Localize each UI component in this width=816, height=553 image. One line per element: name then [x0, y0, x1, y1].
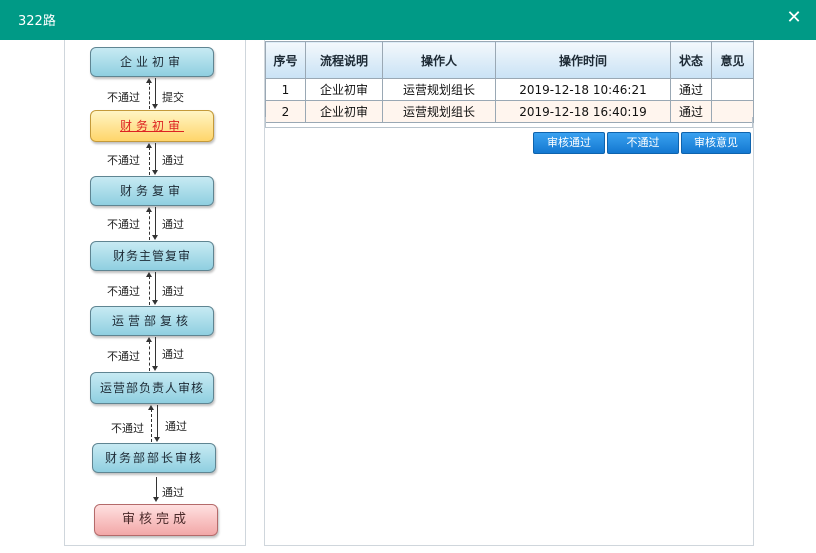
- arrow-up-icon: [146, 337, 152, 342]
- edge-back-line: [149, 341, 150, 371]
- column-header-status[interactable]: 状态: [670, 41, 712, 79]
- flow-node-operations-head-review: 运营部负责人审核: [90, 372, 214, 404]
- edge-label-back: 不通过: [107, 218, 140, 231]
- column-header-step[interactable]: 流程说明: [305, 41, 383, 79]
- flow-node-operations-check: 运营部复核: [90, 306, 214, 336]
- reject-button[interactable]: 不通过: [607, 132, 679, 154]
- edge-label-back: 不通过: [107, 350, 140, 363]
- table-row[interactable]: 1 企业初审 运营规划组长 2019-12-18 10:46:21 通过: [265, 78, 754, 101]
- edge-label-forward: 通过: [162, 285, 184, 298]
- arrow-up-icon: [146, 78, 152, 83]
- edge-forward-line: [156, 477, 157, 498]
- window-titlebar: 322路 ✕: [0, 0, 816, 40]
- flow-node-label: 运营部负责人审核: [99, 381, 204, 395]
- edge-back-line: [149, 276, 150, 305]
- edge-back-line: [151, 409, 152, 442]
- arrow-down-icon: [154, 437, 160, 442]
- cell-opinion: [711, 78, 754, 101]
- table-footer: [265, 117, 753, 128]
- opinion-button[interactable]: 审核意见: [681, 132, 751, 154]
- flow-node-label: 财务主管复审: [112, 249, 191, 263]
- cell-index: 1: [265, 78, 306, 101]
- flow-node-enterprise-review: 企业初审: [90, 47, 214, 77]
- arrow-down-icon: [152, 104, 158, 109]
- arrow-up-icon: [148, 405, 154, 410]
- approval-records-panel: 序号 流程说明 操作人 操作时间 状态 意见 1 企业初审 运营规划组长 201…: [264, 40, 754, 546]
- arrow-down-icon: [152, 366, 158, 371]
- cell-step: 企业初审: [305, 78, 383, 101]
- cell-operator: 运营规划组长: [382, 78, 496, 101]
- edge-label-forward: 通过: [162, 154, 184, 167]
- approval-records-table: 序号 流程说明 操作人 操作时间 状态 意见 1 企业初审 运营规划组长 201…: [265, 41, 754, 123]
- workflow-panel: 企业初审 财务初审 财务复审 财务主管复审 运营部复核 运营部负责人审核 财务部…: [64, 40, 246, 546]
- column-header-operator[interactable]: 操作人: [382, 41, 496, 79]
- column-header-index[interactable]: 序号: [265, 41, 306, 79]
- window-title: 322路: [18, 14, 56, 29]
- edge-label-forward: 通过: [162, 218, 184, 231]
- arrow-down-icon: [152, 235, 158, 240]
- edge-forward-line: [155, 78, 156, 105]
- flow-node-label: 财务初审: [119, 119, 184, 133]
- edge-forward-line: [155, 207, 156, 236]
- edge-label-forward: 通过: [162, 486, 184, 499]
- edge-label-back: 不通过: [111, 422, 144, 435]
- edge-back-line: [149, 82, 150, 109]
- close-icon[interactable]: ✕: [784, 8, 804, 28]
- edge-label-back: 不通过: [107, 285, 140, 298]
- cell-time: 2019-12-18 10:46:21: [495, 78, 671, 101]
- flow-node-finance-re-review: 财务复审: [90, 176, 214, 206]
- edge-forward-line: [155, 337, 156, 367]
- flow-node-finance-initial-review[interactable]: 财务初审: [90, 110, 214, 142]
- edge-forward-line: [155, 272, 156, 301]
- flow-node-label: 财务复审: [119, 184, 184, 198]
- flow-node-label: 企业初审: [119, 55, 184, 69]
- column-header-opinion[interactable]: 意见: [711, 41, 754, 79]
- flow-node-review-complete: 审核完成: [94, 504, 218, 536]
- edge-back-line: [149, 147, 150, 175]
- approve-button[interactable]: 审核通过: [533, 132, 605, 154]
- edge-label-forward: 通过: [162, 348, 184, 361]
- table-header-row: 序号 流程说明 操作人 操作时间 状态 意见: [265, 41, 754, 79]
- arrow-up-icon: [146, 272, 152, 277]
- flow-node-label: 财务部部长审核: [104, 451, 203, 465]
- edge-forward-line: [155, 143, 156, 171]
- edge-back-line: [149, 211, 150, 240]
- edge-label-forward: 提交: [162, 91, 184, 104]
- edge-forward-line: [157, 405, 158, 438]
- edge-label-back: 不通过: [107, 154, 140, 167]
- flow-node-label: 审核完成: [121, 512, 190, 527]
- flow-node-finance-manager-review: 财务主管复审: [90, 241, 214, 271]
- arrow-down-icon: [153, 497, 159, 502]
- flow-node-label: 运营部复核: [111, 314, 192, 328]
- cell-status: 通过: [670, 78, 712, 101]
- edge-label-back: 不通过: [107, 91, 140, 104]
- column-header-time[interactable]: 操作时间: [495, 41, 671, 79]
- arrow-up-icon: [146, 143, 152, 148]
- arrow-down-icon: [152, 170, 158, 175]
- flow-node-finance-director-review: 财务部部长审核: [92, 443, 216, 473]
- edge-label-forward: 通过: [165, 420, 187, 433]
- arrow-down-icon: [152, 300, 158, 305]
- arrow-up-icon: [146, 207, 152, 212]
